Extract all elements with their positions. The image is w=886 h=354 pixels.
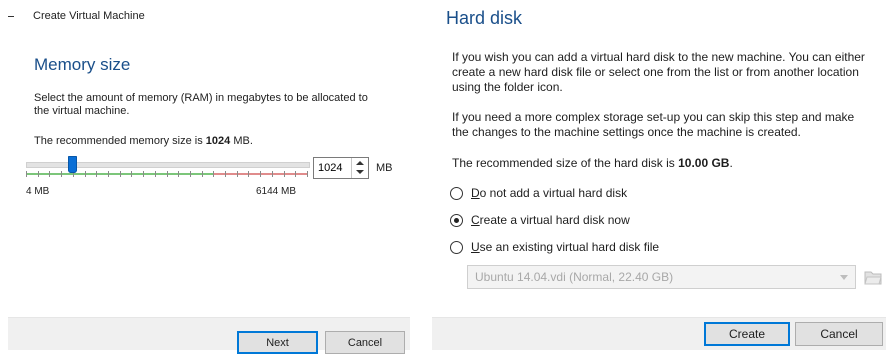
window-title-text: Create Virtual Machine [33,10,145,22]
slider-tick [108,171,109,177]
slider-tick [284,171,285,177]
radio-existing-disk[interactable] [450,240,463,254]
slider-tick [225,171,226,177]
slider-tick [237,171,238,177]
option-existing-disk[interactable]: Use an existing virtual hard disk file [450,240,659,254]
slider-tick [120,171,121,177]
slider-tick [96,171,97,177]
slider-tick [190,171,191,177]
next-button[interactable]: Next [237,331,318,354]
memory-size-title: Memory size [34,55,131,74]
existing-disk-select: Ubuntu 14.04.vdi (Normal, 22.40 GB) [467,265,856,289]
hd-rec-suffix: . [729,156,733,170]
hard-disk-recommendation: The recommended size of the hard disk is… [452,156,872,171]
option-existing-disk-label: Use an existing virtual hard disk file [471,240,660,254]
spin-down-icon[interactable] [356,170,364,174]
memory-rec-suffix: MB. [230,135,253,147]
slider-tick [213,171,214,177]
memory-description: Select the amount of memory (RAM) in meg… [34,92,368,117]
chevron-down-icon [840,275,848,280]
option-no-disk-label: Do not add a virtual hard disk [471,186,628,200]
slider-min-label: 4 MB [26,186,50,197]
create-button[interactable]: Create [704,322,790,346]
option-create-disk[interactable]: Create a virtual hard disk now [450,213,630,227]
cancel-button[interactable]: Cancel [325,331,405,354]
slider-thumb[interactable] [68,156,78,173]
slider-tick [178,171,179,177]
existing-disk-value: Ubuntu 14.04.vdi (Normal, 22.40 GB) [475,270,674,284]
slider-tick [131,171,132,177]
cancel-button[interactable]: Cancel [795,322,883,346]
window-title: Create Virtual Machine [8,10,145,22]
memory-input[interactable] [316,160,354,176]
window-menu-icon[interactable] [8,15,14,17]
slider-tick [155,171,156,177]
memory-recommendation: The recommended memory size is 1024 MB. [34,135,253,147]
slider-tick [307,171,308,177]
radio-create-disk[interactable] [450,213,463,227]
slider-tick [272,171,273,177]
slider-tick [61,171,62,177]
memory-size-panel: Create Virtual Machine Memory size Selec… [0,0,410,354]
spin-up-icon[interactable] [356,161,364,165]
memory-unit: MB [376,162,393,174]
option-no-disk[interactable]: Do not add a virtual hard disk [450,186,627,200]
hard-disk-title: Hard disk [446,8,523,28]
slider-tick [49,171,50,177]
slider-tick [248,171,249,177]
slider-max-label: 6144 MB [256,186,297,197]
slider-tick [202,171,203,177]
slider-tick [38,171,39,177]
slider-tick [295,171,296,177]
memory-rec-prefix: The recommended memory size is [34,135,206,147]
hard-disk-footer: Create Cancel [432,317,886,350]
hd-rec-value: 10.00 GB [678,156,730,170]
memory-spinbox[interactable] [313,157,369,179]
spin-arrows[interactable] [351,158,368,178]
option-create-disk-label: Create a virtual hard disk now [471,213,630,227]
slider-tick [26,171,27,177]
hard-disk-paragraph-1: If you wish you can add a virtual hard d… [452,50,865,94]
hard-disk-panel: Hard disk If you wish you can add a virt… [432,0,886,350]
slider-tick [85,171,86,177]
memory-rec-value: 1024 [205,135,231,147]
memory-footer: Next Cancel [8,317,410,354]
slider-tick [143,171,144,177]
hard-disk-paragraph-2: If you need a more complex storage set-u… [452,110,855,139]
hd-rec-prefix: The recommended size of the hard disk is [452,156,679,170]
radio-no-disk[interactable] [450,186,463,200]
slider-tick [260,171,261,177]
folder-icon [864,266,882,286]
slider-tick [167,171,168,177]
